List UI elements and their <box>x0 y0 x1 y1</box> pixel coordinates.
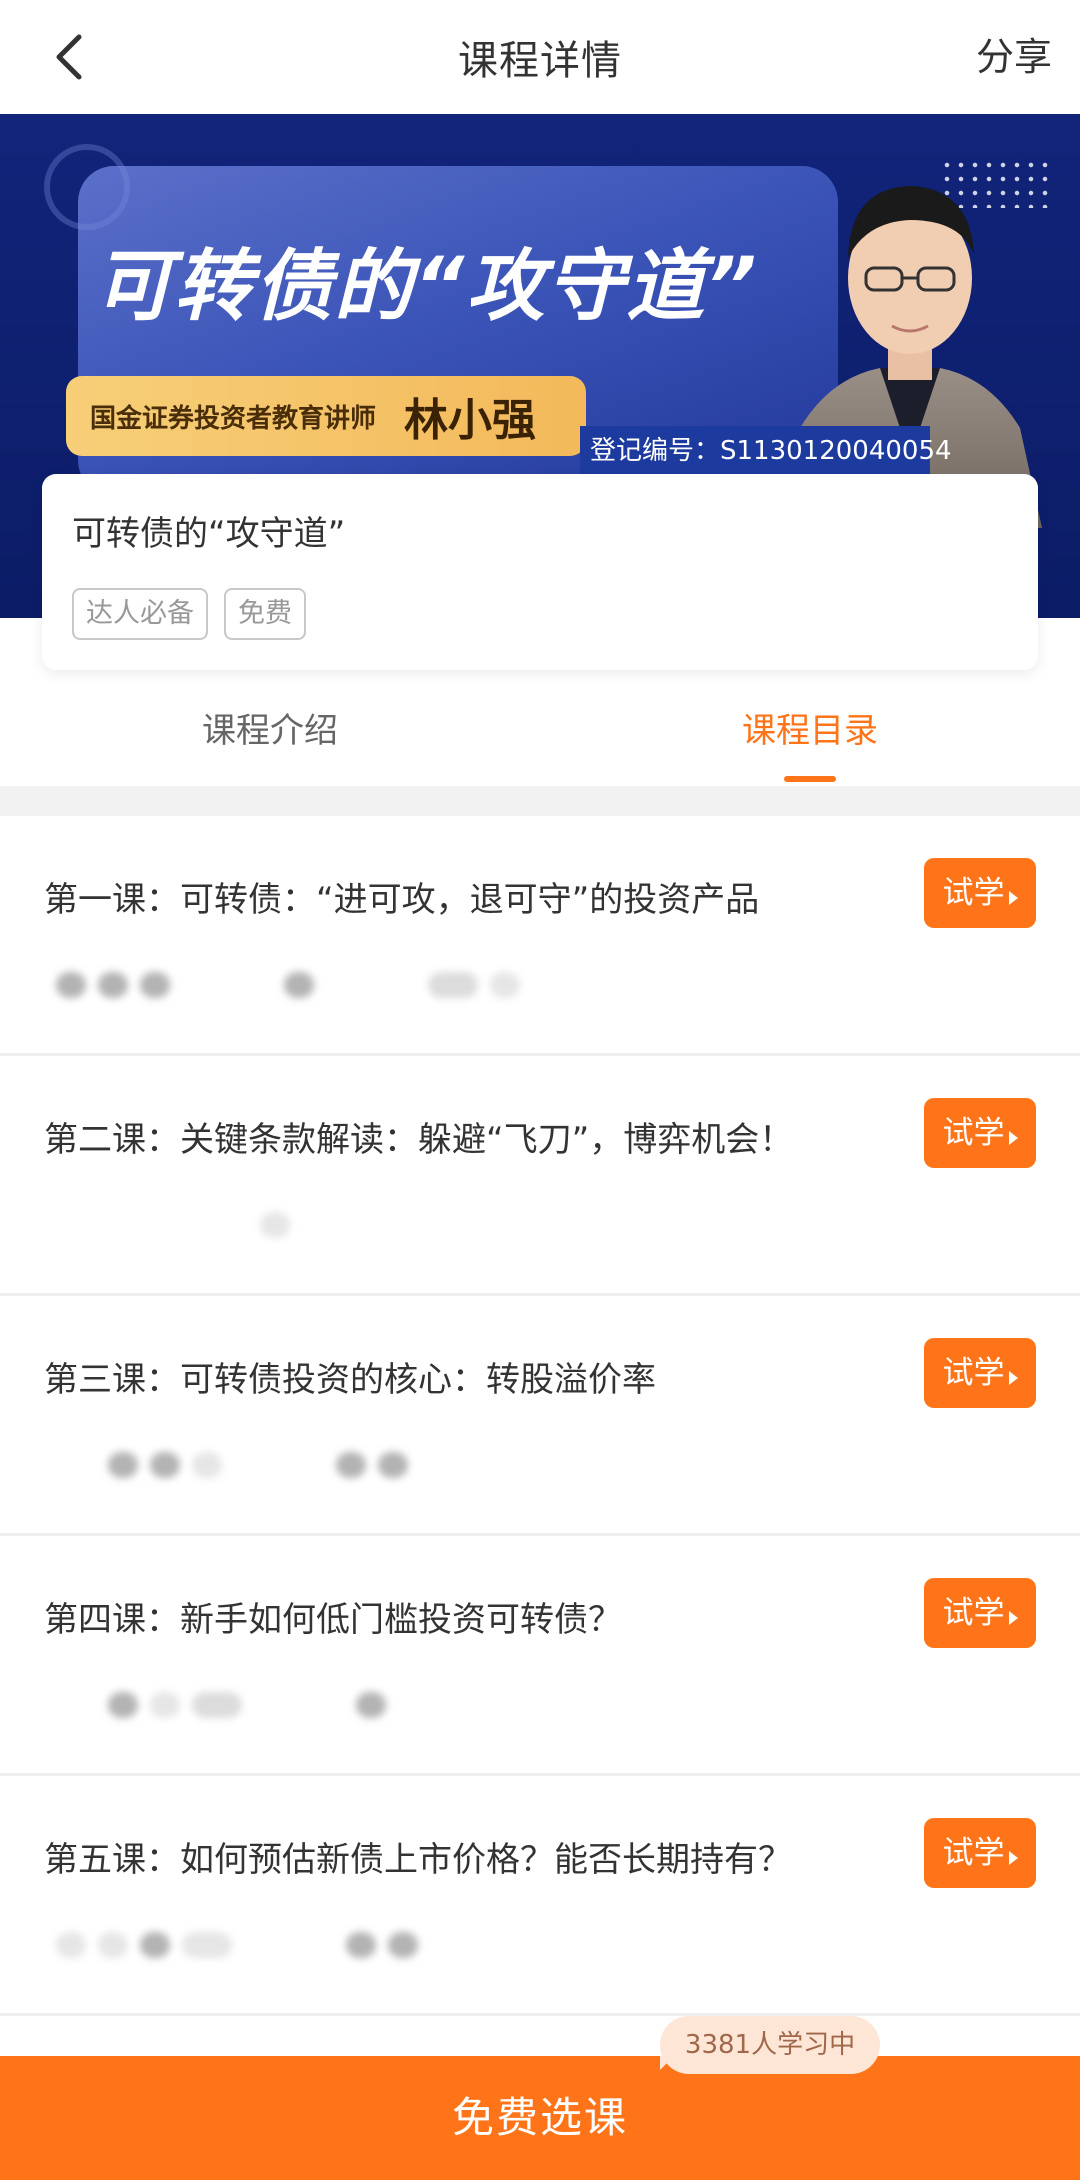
trial-button[interactable]: 试学 <box>924 1338 1036 1408</box>
banner-headline: 可转债的“攻守道” <box>94 242 759 332</box>
list-item[interactable]: 第五课：如何预估新债上市价格？能否长期持有？ 试学 <box>0 1776 1080 2016</box>
play-icon <box>44 144 130 230</box>
trial-button-label: 试学 <box>942 1835 1005 1871</box>
triangle-right-icon <box>1008 1851 1018 1865</box>
tab-course-catalog[interactable]: 课程目录 <box>540 696 1080 786</box>
lesson-title: 第三课：可转债投资的核心：转股溢价率 <box>44 1360 656 1400</box>
course-info-card: 可转债的“攻守道” 达人必备 免费 <box>42 474 1038 670</box>
tab-bar: 课程介绍 课程目录 <box>0 696 1080 786</box>
lesson-title: 第二课：关键条款解读：躲避“飞刀”，博弈机会！ <box>44 1120 794 1160</box>
triangle-right-icon <box>1008 1131 1018 1145</box>
list-item[interactable]: 第二课：关键条款解读：躲避“飞刀”，博弈机会！ 试学 <box>0 1056 1080 1296</box>
learning-count-badge: 3381人学习中 <box>660 2016 880 2074</box>
free-enroll-button[interactable]: 免费选课 <box>0 2056 1080 2180</box>
triangle-right-icon <box>1008 1371 1018 1385</box>
trial-button-label: 试学 <box>942 875 1005 911</box>
lesson-title: 第一课：可转债：“进可攻，退可守”的投资产品 <box>44 880 760 920</box>
trial-button-label: 试学 <box>942 1595 1005 1631</box>
course-detail-page: 课程详情 分享 可转债的“攻守道” 国金证券投资者教育讲师 林小强 登记编号：S… <box>0 0 1080 2180</box>
triangle-right-icon <box>1008 891 1018 905</box>
lesson-title: 第四课：新手如何低门槛投资可转债？ <box>44 1600 622 1640</box>
tag-expert: 达人必备 <box>72 588 208 640</box>
trial-button[interactable]: 试学 <box>924 1578 1036 1648</box>
list-item[interactable]: 第一课：可转债：“进可攻，退可守”的投资产品 试学 <box>0 816 1080 1056</box>
lesson-meta-blurred <box>56 972 520 998</box>
lesson-list: 第一课：可转债：“进可攻，退可守”的投资产品 试学 第二课：关键条款解读：躲避“… <box>0 816 1080 2016</box>
top-nav-bar: 课程详情 分享 <box>0 0 1080 114</box>
registration-number: 登记编号：S1130120040054 <box>580 426 952 476</box>
lesson-meta-blurred <box>56 1452 408 1478</box>
lesson-title: 第五课：如何预估新债上市价格？能否长期持有？ <box>44 1840 792 1880</box>
trial-button[interactable]: 试学 <box>924 858 1036 928</box>
list-item[interactable]: 第三课：可转债投资的核心：转股溢价率 试学 <box>0 1296 1080 1536</box>
trial-button[interactable]: 试学 <box>924 1818 1036 1888</box>
lecturer-org: 国金证券投资者教育讲师 <box>90 403 377 434</box>
list-item[interactable]: 第四课：新手如何低门槛投资可转债？ 试学 <box>0 1536 1080 1776</box>
tab-course-intro[interactable]: 课程介绍 <box>0 696 540 786</box>
lesson-meta-blurred <box>56 1212 290 1238</box>
active-tab-indicator <box>784 776 836 782</box>
trial-button[interactable]: 试学 <box>924 1098 1036 1168</box>
back-button[interactable] <box>34 22 104 92</box>
page-title: 课程详情 <box>458 38 622 84</box>
chevron-left-icon <box>56 34 82 80</box>
lesson-meta-blurred <box>56 1692 386 1718</box>
lesson-meta-blurred <box>56 1932 418 1958</box>
triangle-right-icon <box>1008 1611 1018 1625</box>
lecturer-name: 林小强 <box>404 395 537 446</box>
trial-button-label: 试学 <box>942 1355 1005 1391</box>
course-tags: 达人必备 免费 <box>72 588 306 640</box>
trial-button-label: 试学 <box>942 1115 1005 1151</box>
tab-course-catalog-label: 课程目录 <box>742 711 878 751</box>
lecturer-label: 国金证券投资者教育讲师 林小强 <box>66 376 586 456</box>
section-divider <box>0 786 1080 816</box>
tag-free: 免费 <box>224 588 306 640</box>
course-name: 可转债的“攻守道” <box>72 514 346 554</box>
share-button[interactable]: 分享 <box>976 22 1052 92</box>
